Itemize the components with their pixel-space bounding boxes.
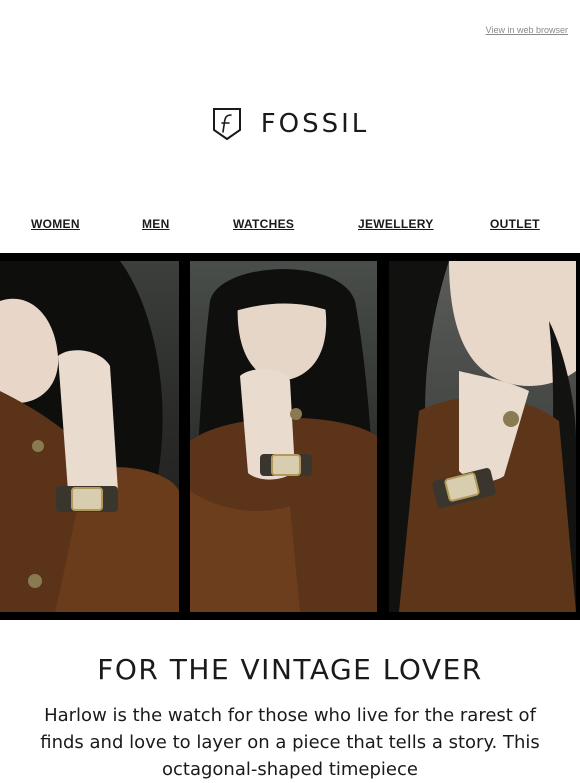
section-body-text: Harlow is the watch for those who live f…	[40, 705, 540, 780]
nav-item-jewellery[interactable]: JEWELLERY	[358, 217, 434, 231]
section-headline: FOR THE VINTAGE LOVER	[97, 653, 483, 686]
fossil-logo[interactable]: FOSSIL	[0, 106, 580, 142]
main-nav: WOMEN MEN WATCHES JEWELLERY OUTLET	[0, 217, 580, 233]
view-in-browser-link[interactable]: View in web browser	[486, 25, 568, 35]
hero-photo-panel	[0, 261, 179, 612]
hero-photo-panel	[389, 261, 576, 612]
fossil-badge-icon	[212, 108, 241, 141]
hero-image[interactable]	[0, 253, 580, 620]
nav-item-women[interactable]: WOMEN	[31, 217, 80, 231]
nav-item-outlet[interactable]: OUTLET	[490, 217, 540, 231]
woman-portrait-image	[0, 261, 179, 612]
nav-item-men[interactable]: MEN	[142, 217, 170, 231]
woman-portrait-image	[389, 261, 576, 612]
hero-photo-panel	[190, 261, 377, 612]
woman-portrait-image	[190, 269, 377, 612]
logo-wordmark: FOSSIL	[260, 109, 370, 139]
nav-item-watches[interactable]: WATCHES	[233, 217, 294, 231]
